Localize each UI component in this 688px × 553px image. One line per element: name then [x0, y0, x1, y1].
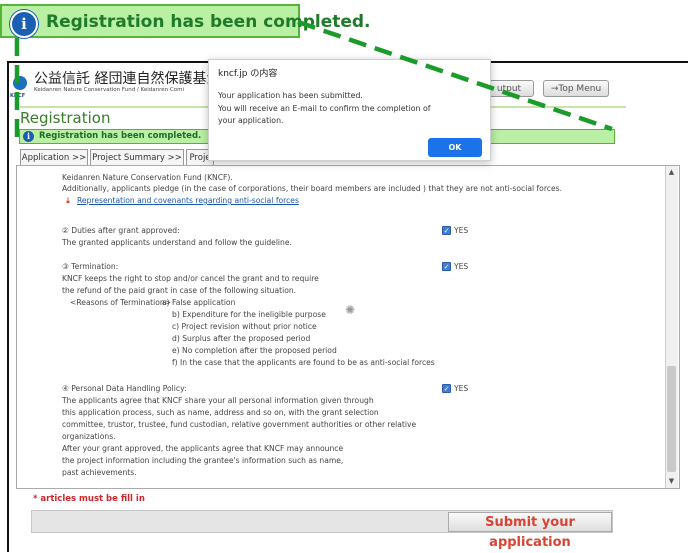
section-body: KNCF keeps the right to stop and/or canc… [62, 274, 319, 283]
page-title: Registration [20, 109, 111, 127]
yes-label: YES [454, 384, 469, 393]
alert-dialog: kncf.jp の内容 Your application has been su… [208, 59, 491, 161]
scroll-up-arrow-icon[interactable]: ▲ [666, 167, 677, 178]
scrollbar-thumb[interactable] [667, 366, 676, 472]
section-heading-duties: ② Duties after grant approved: [62, 226, 180, 235]
reason-item: c) Project revision without prior notice [172, 322, 317, 331]
reason-item: e) No completion after the proposed peri… [172, 346, 337, 355]
section-body: The applicants agree that KNCF share you… [62, 396, 374, 405]
registration-complete-callout: i Registration has been completed. [0, 4, 371, 38]
scroll-down-arrow-icon[interactable]: ▼ [666, 476, 677, 487]
form-content-panel [16, 165, 680, 489]
dialog-ok-button[interactable]: OK [428, 138, 482, 157]
reason-item: f) In the case that the applicants are f… [172, 358, 435, 367]
section-body: The granted applicants understand and fo… [62, 238, 292, 247]
dialog-title: kncf.jp の内容 [218, 69, 278, 79]
logo-label: KNCF [10, 93, 26, 99]
pdf-icon: ⤓ [66, 196, 70, 205]
yes-checkbox-termination[interactable]: ✓ [442, 262, 451, 271]
intro-text: Keidanren Nature Conservation Fund (KNCF… [62, 173, 233, 182]
section-body: the project information including the gr… [62, 456, 344, 465]
yes-checkbox-duties[interactable]: ✓ [442, 226, 451, 235]
required-note: * articles must be fill in [33, 494, 145, 504]
info-icon: i [23, 131, 34, 142]
dialog-message-line: You will receive an E-mail to confirm th… [218, 103, 431, 113]
org-name-en: Keidanren Nature Conservation Fund / Kei… [34, 87, 184, 93]
intro-text: Additionally, applicants pledge (in the … [62, 184, 562, 193]
info-icon: i [10, 10, 38, 38]
section-body: past achievements. [62, 468, 137, 477]
dialog-message-line: Your application has been submitted. [218, 91, 363, 100]
tab-application[interactable]: Application >> [20, 149, 88, 166]
kncf-logo-icon [13, 76, 27, 90]
reason-item: a) False application [162, 298, 236, 307]
yes-checkbox-personal-data[interactable]: ✓ [442, 384, 451, 393]
output-button[interactable]: utput [484, 80, 534, 97]
loading-spinner-icon: ✺ [345, 303, 356, 317]
section-body: organizations. [62, 432, 116, 441]
submit-application-button[interactable]: Submit your application [448, 512, 612, 550]
section-body: the refund of the paid grant in case of … [62, 286, 297, 295]
dialog-message: Your application has been submitted. You… [218, 90, 431, 128]
tab-project-summary[interactable]: Project Summary >> [90, 149, 184, 166]
section-body: this application process, such as name, … [62, 408, 379, 417]
top-menu-button[interactable]: →Top Menu [543, 80, 609, 97]
reasons-label: <Reasons of Termination> [70, 298, 172, 307]
section-heading-personal-data: ④ Personal Data Handling Policy: [62, 384, 187, 393]
org-name-jp: 公益信託 経団連自然保護基金 / [34, 71, 230, 87]
section-body: After your grant approved, the applicant… [62, 444, 344, 453]
section-heading-termination: ③ Termination: [62, 262, 119, 271]
reason-item: d) Surplus after the proposed period [172, 334, 311, 343]
yes-label: YES [454, 226, 469, 235]
status-text: Registration has been completed. [39, 131, 202, 141]
reason-item: b) Expenditure for the ineligible purpos… [172, 310, 326, 319]
dialog-message-line: your application. [218, 116, 284, 125]
covenant-link[interactable]: Representation and covenants regarding a… [77, 196, 299, 205]
callout-text: Registration has been completed. [46, 12, 371, 32]
section-body: committee, trustor, trustee, fund custod… [62, 420, 417, 429]
yes-label: YES [454, 262, 469, 271]
